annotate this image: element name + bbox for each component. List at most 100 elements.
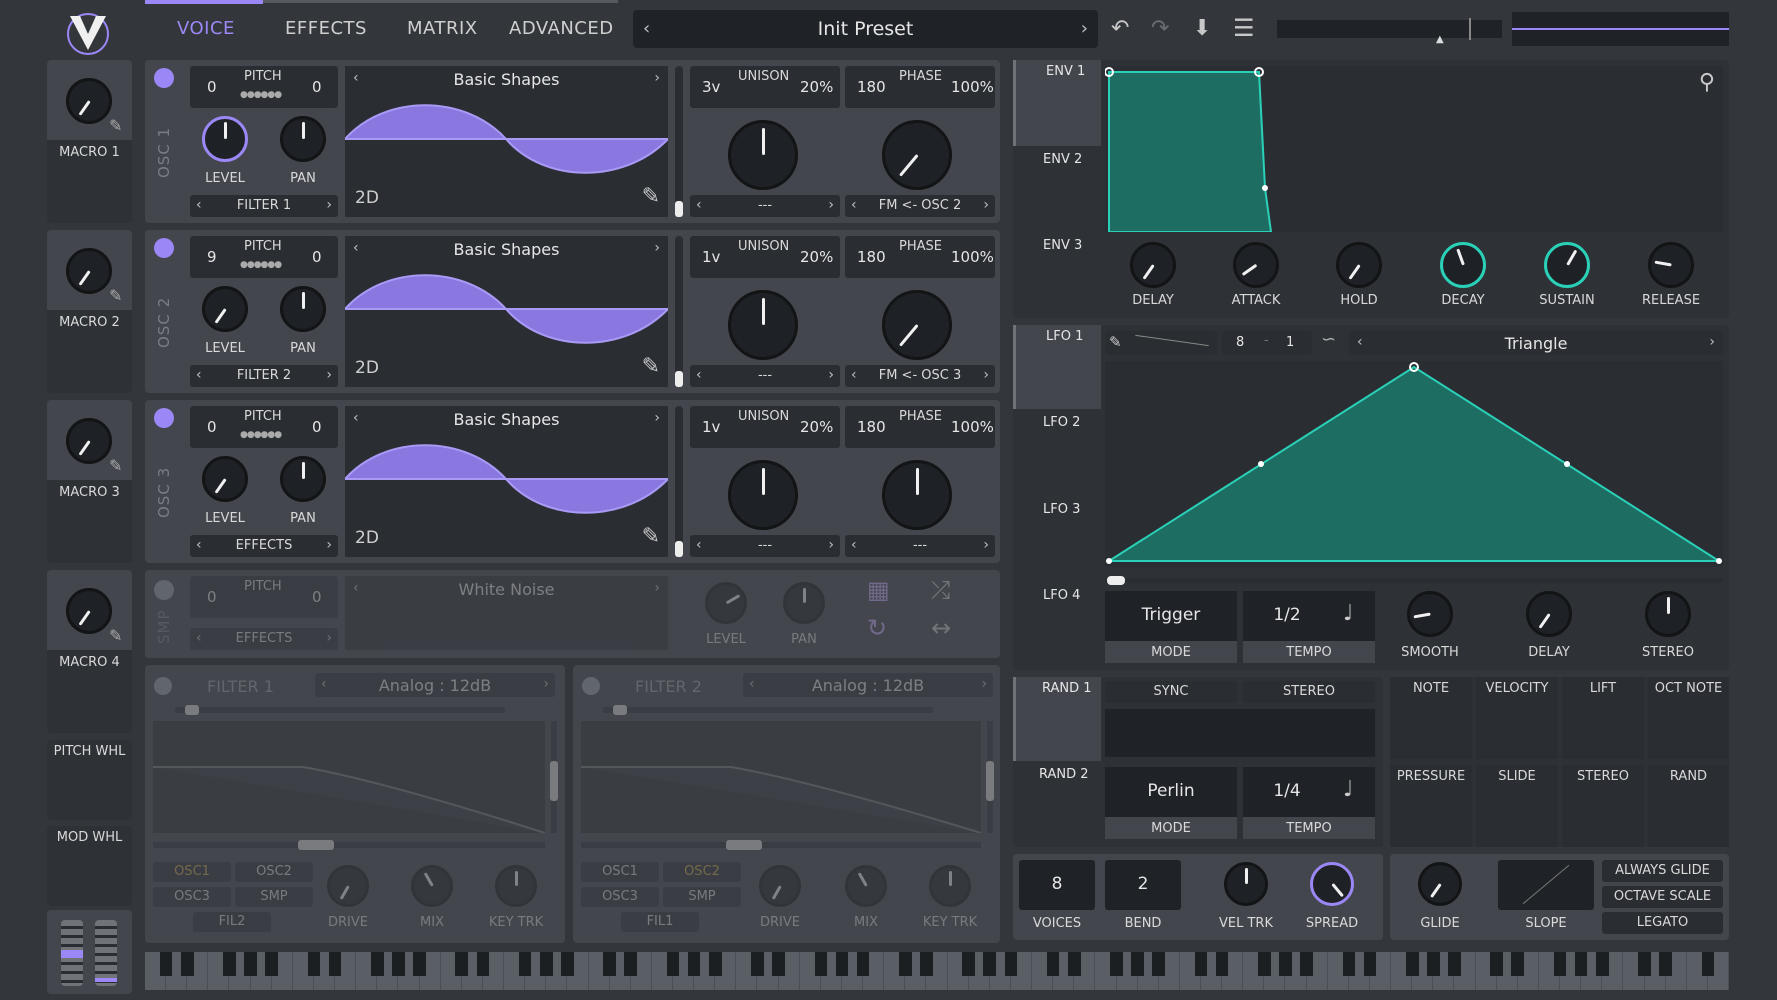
black-key[interactable] — [370, 952, 384, 976]
osc-3-unison-pct[interactable]: 20% — [800, 418, 833, 436]
osc-2-unison-dest[interactable]: ‹ --- › — [690, 365, 840, 387]
black-key[interactable] — [1426, 952, 1440, 976]
next-icon[interactable]: › — [983, 537, 989, 553]
black-key[interactable] — [1046, 952, 1060, 976]
black-key[interactable] — [1258, 952, 1271, 976]
filter-1-route-osc2[interactable]: OSC2 — [235, 862, 313, 882]
preset-next-icon[interactable]: › — [1081, 18, 1088, 39]
black-key[interactable] — [835, 952, 849, 976]
lfo-smooth-knob[interactable] — [1407, 591, 1453, 637]
lfo-stereo-knob[interactable] — [1645, 591, 1691, 637]
rand-stereo-button[interactable]: STEREO — [1243, 681, 1375, 703]
undo-icon[interactable]: ↶ — [1111, 16, 1129, 41]
osc-1-unison-voices[interactable]: 3v — [702, 78, 720, 96]
env-tab-2-label[interactable]: ENV 2 — [1043, 152, 1082, 167]
lfo-grid-size[interactable]: 8 - 1 — [1222, 331, 1312, 355]
rand-tempo-box[interactable]: 1/4 ♩ TEMPO — [1243, 767, 1375, 839]
env-decay-knob[interactable] — [1440, 242, 1486, 288]
mod-source-lift[interactable]: LIFT — [1562, 677, 1644, 759]
black-key[interactable] — [1152, 952, 1166, 976]
lfo-phase-slider[interactable] — [1105, 576, 1723, 585]
next-icon[interactable]: › — [828, 367, 834, 383]
osc-1-mode[interactable]: 2D — [355, 188, 379, 208]
mod-source-rand[interactable]: RAND — [1648, 765, 1729, 847]
osc-3-unison-detune-knob[interactable] — [728, 460, 798, 530]
osc-2-dest-selector[interactable]: ‹ FILTER 2 › — [190, 365, 338, 387]
spread-knob[interactable] — [1310, 862, 1354, 906]
osc-2-phase-pct[interactable]: 100% — [951, 248, 994, 266]
osc-3-phase-pct[interactable]: 100% — [951, 418, 994, 436]
osc-1-phase-box[interactable]: 180 PHASE 100% — [845, 66, 995, 108]
black-key[interactable] — [814, 952, 828, 976]
wavetable-next-icon[interactable]: › — [654, 410, 660, 426]
black-key[interactable] — [1110, 952, 1123, 976]
music-note-icon[interactable]: ♩ — [1343, 777, 1353, 802]
rand-mode-box[interactable]: Perlin MODE — [1105, 767, 1237, 839]
sampler-display[interactable]: ‹ White Noise › — [345, 576, 668, 650]
osc-3-pan-knob[interactable] — [280, 456, 326, 502]
piano-keyboard[interactable] — [145, 952, 1729, 990]
edit-pencil-icon[interactable]: ✎ — [642, 354, 660, 379]
filter-2-type[interactable]: ‹ Analog : 12dB › — [743, 673, 993, 697]
legato-toggle[interactable]: LEGATO — [1602, 912, 1723, 934]
lfo-grid-x[interactable]: 8 — [1236, 335, 1244, 350]
sampler-pitch-box[interactable]: 0 PITCH 0 — [190, 576, 338, 618]
osc-3-unison-dest[interactable]: ‹ --- › — [690, 535, 840, 557]
black-key[interactable] — [1363, 952, 1377, 976]
black-key[interactable] — [1004, 952, 1018, 976]
env-delay-knob[interactable] — [1130, 242, 1176, 288]
filter-2-mix-knob[interactable] — [845, 865, 887, 907]
octave-scale-toggle[interactable]: OCTAVE SCALE — [1602, 886, 1723, 908]
black-key[interactable] — [1511, 952, 1525, 976]
preset-selector[interactable]: ‹ Init Preset › — [633, 10, 1098, 48]
black-key[interactable] — [539, 952, 553, 976]
black-key[interactable] — [328, 952, 342, 976]
black-key[interactable] — [983, 952, 997, 976]
black-key[interactable] — [180, 952, 194, 976]
lfo-tab-4-label[interactable]: LFO 4 — [1043, 588, 1080, 603]
menu-icon[interactable]: ☰ — [1233, 14, 1255, 42]
osc-1-dest-selector[interactable]: ‹ FILTER 1 › — [190, 195, 338, 217]
filter-2-route-fil1[interactable]: FIL1 — [621, 912, 699, 932]
lfo-delay-knob[interactable] — [1526, 591, 1572, 637]
lfo-graph[interactable] — [1105, 361, 1723, 567]
black-key[interactable] — [1067, 952, 1081, 976]
env-tab-3-label[interactable]: ENV 3 — [1043, 238, 1082, 253]
black-key[interactable] — [265, 952, 279, 976]
filter-1-mix-knob[interactable] — [411, 865, 453, 907]
tab-advanced[interactable]: ADVANCED — [509, 18, 614, 39]
osc-1-level-knob[interactable] — [202, 116, 248, 162]
osc-3-enable[interactable] — [154, 408, 174, 428]
black-key[interactable] — [1279, 952, 1292, 976]
osc-2-phase-val[interactable]: 180 — [857, 248, 886, 266]
osc-3-transpose[interactable]: 0 — [207, 418, 217, 436]
osc-3-wavetable[interactable]: ‹ Basic Shapes › 2D ✎ — [345, 406, 668, 557]
filter-2-route-smp[interactable]: SMP — [663, 887, 741, 907]
filter-1-response[interactable] — [153, 721, 546, 834]
osc-1-wavetable[interactable]: ‹ Basic Shapes › 2D ✎ — [345, 66, 668, 217]
app-logo[interactable] — [64, 10, 112, 56]
sampler-pan-knob[interactable] — [783, 582, 825, 624]
filter-2-keytrk-knob[interactable] — [929, 865, 971, 907]
osc-2-enable[interactable] — [154, 238, 174, 258]
filter-1-route-osc1[interactable]: OSC1 — [153, 862, 231, 882]
black-key[interactable] — [413, 952, 426, 976]
osc-1-unison-pct[interactable]: 20% — [800, 78, 833, 96]
lfo-edit-tools[interactable]: ✎ — [1105, 331, 1217, 355]
next-icon[interactable]: › — [543, 676, 549, 692]
filter-2-freq-slider[interactable] — [581, 840, 981, 850]
osc-2-transpose[interactable]: 9 — [207, 248, 217, 266]
black-key[interactable] — [244, 952, 257, 976]
osc-2-wavetable[interactable]: ‹ Basic Shapes › 2D ✎ — [345, 236, 668, 387]
osc-2-unison-voices[interactable]: 1v — [702, 248, 720, 266]
env-sustain-knob[interactable] — [1544, 242, 1590, 288]
tab-voice[interactable]: VOICE — [177, 18, 235, 39]
lfo-tab-3-label[interactable]: LFO 3 — [1043, 502, 1080, 517]
edit-pencil-icon[interactable]: ✎ — [109, 626, 122, 645]
sampler-tune[interactable]: 0 — [312, 588, 322, 606]
osc-3-phase-box[interactable]: 180 PHASE 100% — [845, 406, 995, 448]
wavetable-next-icon[interactable]: › — [654, 240, 660, 256]
env-hold-knob[interactable] — [1336, 242, 1382, 288]
osc-2-level-knob[interactable] — [202, 286, 248, 332]
filter-2-route-osc1[interactable]: OSC1 — [581, 862, 659, 882]
